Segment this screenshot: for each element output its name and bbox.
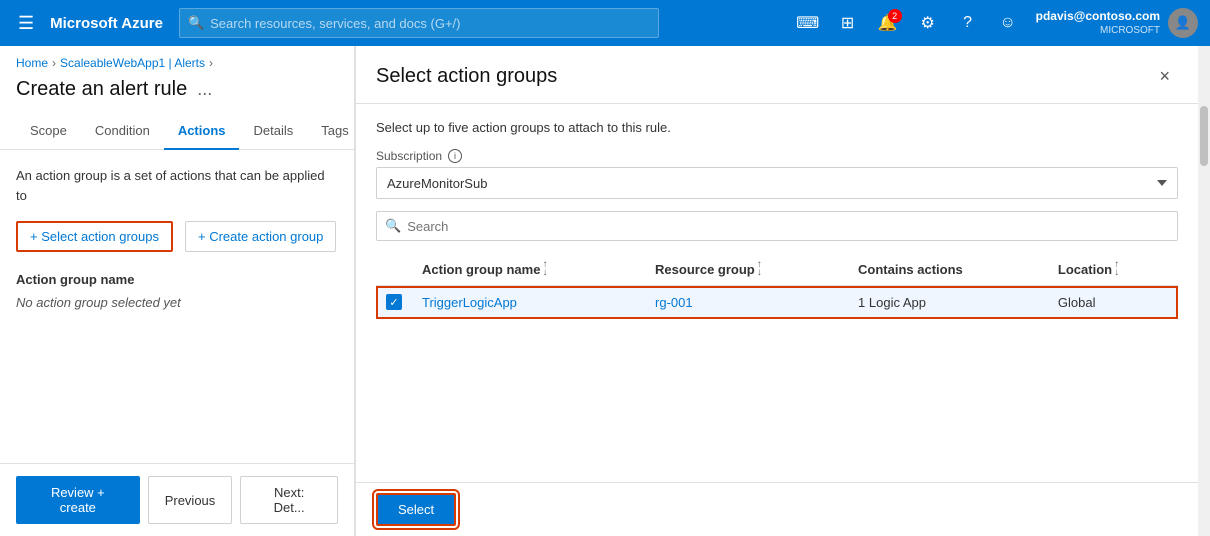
action-group-table-header: Action group name — [16, 272, 338, 287]
dialog-header: Select action groups × — [356, 46, 1198, 104]
left-content-area: An action group is a set of actions that… — [0, 150, 354, 463]
search-icon: 🔍 — [188, 15, 204, 31]
subscription-label-row: Subscription i — [376, 149, 1178, 163]
action-group-name-link[interactable]: TriggerLogicApp — [422, 295, 517, 310]
notification-badge: 2 — [888, 9, 902, 23]
global-search-input[interactable] — [210, 16, 650, 31]
hamburger-menu-icon[interactable]: ☰ — [12, 9, 40, 38]
row-contains-actions: 1 Logic App — [848, 286, 1048, 319]
row-checkbox-checked[interactable] — [386, 294, 402, 310]
bottom-buttons-bar: Review + create Previous Next: Det... — [0, 463, 354, 536]
page-title-area: Create an alert rule ... — [0, 74, 354, 113]
no-action-text: No action group selected yet — [16, 295, 338, 310]
user-profile[interactable]: pdavis@contoso.com MICROSOFT 👤 — [1036, 8, 1198, 38]
review-create-button[interactable]: Review + create — [16, 476, 140, 524]
scroll-thumb[interactable] — [1200, 106, 1208, 166]
notifications-icon[interactable]: 🔔 2 — [870, 5, 906, 41]
dialog-body: Select up to five action groups to attac… — [356, 104, 1198, 482]
table-row[interactable]: TriggerLogicApp rg-001 1 Logic App Globa… — [376, 286, 1178, 319]
tab-scope[interactable]: Scope — [16, 113, 81, 150]
subscription-dropdown[interactable]: AzureMonitorSub — [376, 167, 1178, 199]
left-panel: Home › ScaleableWebApp1 | Alerts › Creat… — [0, 46, 355, 536]
global-search-bar[interactable]: 🔍 — [179, 8, 659, 38]
sort-arrows-name: ↑↓ — [542, 261, 547, 277]
avatar[interactable]: 👤 — [1168, 8, 1198, 38]
sort-arrows-rg: ↑↓ — [757, 261, 762, 277]
tab-condition[interactable]: Condition — [81, 113, 164, 150]
subscription-label: Subscription — [376, 149, 442, 163]
more-options-icon[interactable]: ... — [197, 79, 212, 100]
search-icon: 🔍 — [385, 218, 401, 234]
user-org: MICROSOFT — [1036, 24, 1160, 37]
action-group-description: An action group is a set of actions that… — [16, 166, 338, 205]
select-button[interactable]: Select — [376, 493, 456, 526]
search-input[interactable] — [407, 219, 1169, 234]
resource-group-link[interactable]: rg-001 — [655, 295, 693, 310]
search-box[interactable]: 🔍 — [376, 211, 1178, 241]
dialog-description: Select up to five action groups to attac… — [376, 120, 1178, 135]
breadcrumb-separator-1: › — [52, 56, 56, 70]
page-title: Create an alert rule — [16, 78, 187, 101]
previous-button[interactable]: Previous — [148, 476, 233, 524]
cloud-shell-icon[interactable]: ⌨ — [790, 5, 826, 41]
breadcrumb: Home › ScaleableWebApp1 | Alerts › — [0, 46, 354, 74]
breadcrumb-parent[interactable]: ScaleableWebApp1 | Alerts — [60, 56, 205, 70]
feedback-icon[interactable]: ☺ — [990, 5, 1026, 41]
row-name: TriggerLogicApp — [412, 286, 645, 319]
tab-details[interactable]: Details — [239, 113, 307, 150]
tab-tags[interactable]: Tags — [307, 113, 355, 150]
select-action-groups-button[interactable]: + Select action groups — [16, 221, 173, 252]
tab-bar: Scope Condition Actions Details Tags — [0, 113, 354, 150]
col-header-name[interactable]: Action group name ↑↓ — [412, 253, 645, 286]
sort-arrows-location: ↑↓ — [1114, 261, 1119, 277]
row-checkbox-cell[interactable] — [376, 286, 412, 319]
select-action-groups-dialog: Select action groups × Select up to five… — [355, 46, 1198, 536]
row-location: Global — [1048, 286, 1178, 319]
portal-menu-icon[interactable]: ⊞ — [830, 5, 866, 41]
breadcrumb-home[interactable]: Home — [16, 56, 48, 70]
subscription-info-icon: i — [448, 149, 462, 163]
next-button[interactable]: Next: Det... — [240, 476, 338, 524]
col-header-contains-actions: Contains actions — [848, 253, 1048, 286]
action-buttons-row: + Select action groups + Create action g… — [16, 221, 338, 252]
user-email: pdavis@contoso.com — [1036, 9, 1160, 25]
app-logo: Microsoft Azure — [50, 15, 163, 32]
col-header-location[interactable]: Location ↑↓ — [1048, 253, 1178, 286]
dialog-close-button[interactable]: × — [1151, 62, 1178, 91]
scrollbar[interactable] — [1198, 46, 1210, 536]
action-groups-table: Action group name ↑↓ Resource group ↑↓ C… — [376, 253, 1178, 319]
dialog-footer: Select — [356, 482, 1198, 536]
dialog-title: Select action groups — [376, 65, 557, 88]
row-resource-group: rg-001 — [645, 286, 848, 319]
col-header-resource-group[interactable]: Resource group ↑↓ — [645, 253, 848, 286]
breadcrumb-separator-2: › — [209, 56, 213, 70]
tab-actions[interactable]: Actions — [164, 113, 240, 150]
settings-icon[interactable]: ⚙ — [910, 5, 946, 41]
nav-icons-group: ⌨ ⊞ 🔔 2 ⚙ ? ☺ pdavis@contoso.com MICROSO… — [790, 5, 1198, 41]
help-icon[interactable]: ? — [950, 5, 986, 41]
top-navigation: ☰ Microsoft Azure 🔍 ⌨ ⊞ 🔔 2 ⚙ ? ☺ pdavis… — [0, 0, 1210, 46]
main-layout: Home › ScaleableWebApp1 | Alerts › Creat… — [0, 46, 1210, 536]
create-action-group-button[interactable]: + Create action group — [185, 221, 336, 252]
table-header-checkbox — [376, 253, 412, 286]
